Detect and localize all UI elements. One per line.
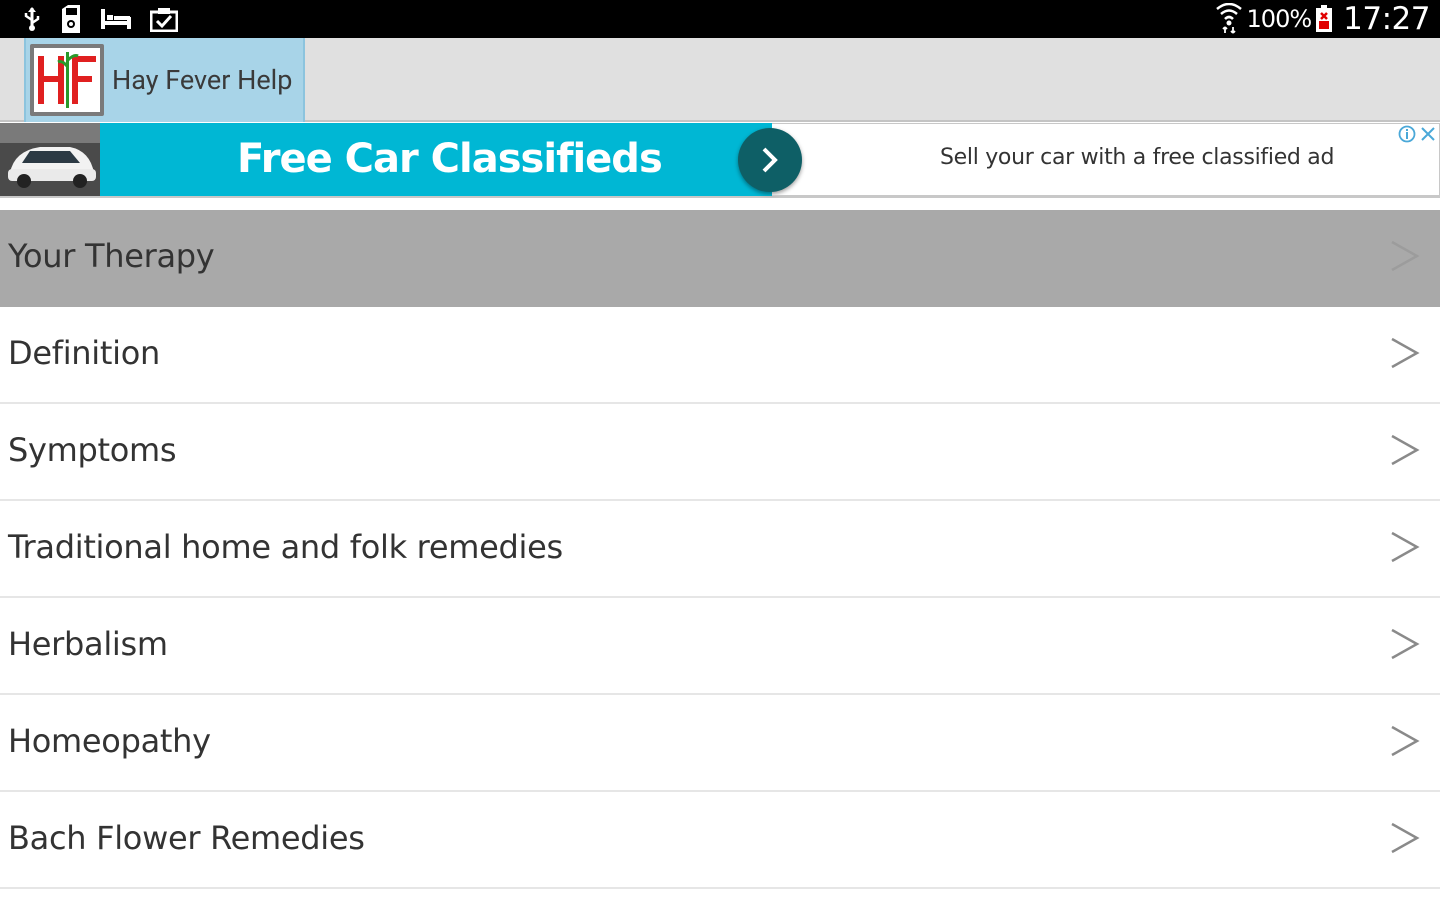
list-item-herbalism[interactable]: Herbalism (0, 598, 1440, 695)
ad-headline[interactable]: Free Car Classifieds (237, 133, 663, 185)
clipboard-check-icon (150, 8, 178, 32)
status-bar: 100% 17:27 (0, 0, 1440, 38)
list-item-label: Bach Flower Remedies (8, 819, 365, 857)
list-item-label: Definition (8, 334, 160, 372)
list-item-definition[interactable]: Definition (0, 307, 1440, 404)
wifi-icon (1215, 3, 1242, 34)
list-item-label: Herbalism (8, 625, 168, 663)
list-item-bach-flower-remedies[interactable]: Bach Flower Remedies (0, 792, 1440, 889)
notification-icons (22, 4, 178, 34)
app-home-button[interactable]: Hay Fever Help (24, 38, 305, 122)
action-bar: Hay Fever Help (0, 38, 1440, 122)
list-item-homeopathy[interactable]: Homeopathy (0, 695, 1440, 792)
list-item-traditional-remedies[interactable]: Traditional home and folk remedies (0, 501, 1440, 598)
chevron-right-icon (1391, 240, 1420, 272)
adchoices-icon[interactable] (1398, 125, 1416, 143)
hay-fever-logo-icon (30, 44, 104, 116)
ad-controls (1398, 125, 1436, 143)
ad-car-image[interactable] (0, 123, 100, 196)
list-item-label: Homeopathy (8, 722, 211, 760)
bed-icon (101, 9, 131, 29)
list-item-label: Symptoms (8, 431, 177, 469)
clock: 17:27 (1343, 1, 1430, 37)
chevron-right-icon (1391, 531, 1420, 563)
list-item-label: Traditional home and folk remedies (8, 528, 563, 566)
app-title: Hay Fever Help (112, 64, 293, 96)
ad-description[interactable]: Sell your car with a free classified ad (940, 145, 1334, 170)
list-item-label: Your Therapy (8, 237, 215, 275)
chevron-right-icon (1391, 337, 1420, 369)
close-icon[interactable] (1420, 126, 1436, 142)
chevron-right-icon (1391, 628, 1420, 660)
chevron-right-icon (1391, 434, 1420, 466)
ad-banner[interactable]: Free Car Classifieds Sell your car with … (0, 123, 1440, 198)
list-item-symptoms[interactable]: Symptoms (0, 404, 1440, 501)
chevron-right-icon (1391, 822, 1420, 854)
menu-list: Your Therapy Definition Symptoms Traditi… (0, 210, 1440, 889)
system-icons: 100% 17:27 (1215, 0, 1430, 38)
usb-icon (24, 7, 40, 31)
battery-percent: 100% (1246, 5, 1313, 33)
list-item-your-therapy[interactable]: Your Therapy (0, 210, 1440, 307)
battery-alert-icon (1316, 5, 1333, 32)
chevron-right-icon (1391, 725, 1420, 757)
sd-card-icon (62, 5, 80, 33)
